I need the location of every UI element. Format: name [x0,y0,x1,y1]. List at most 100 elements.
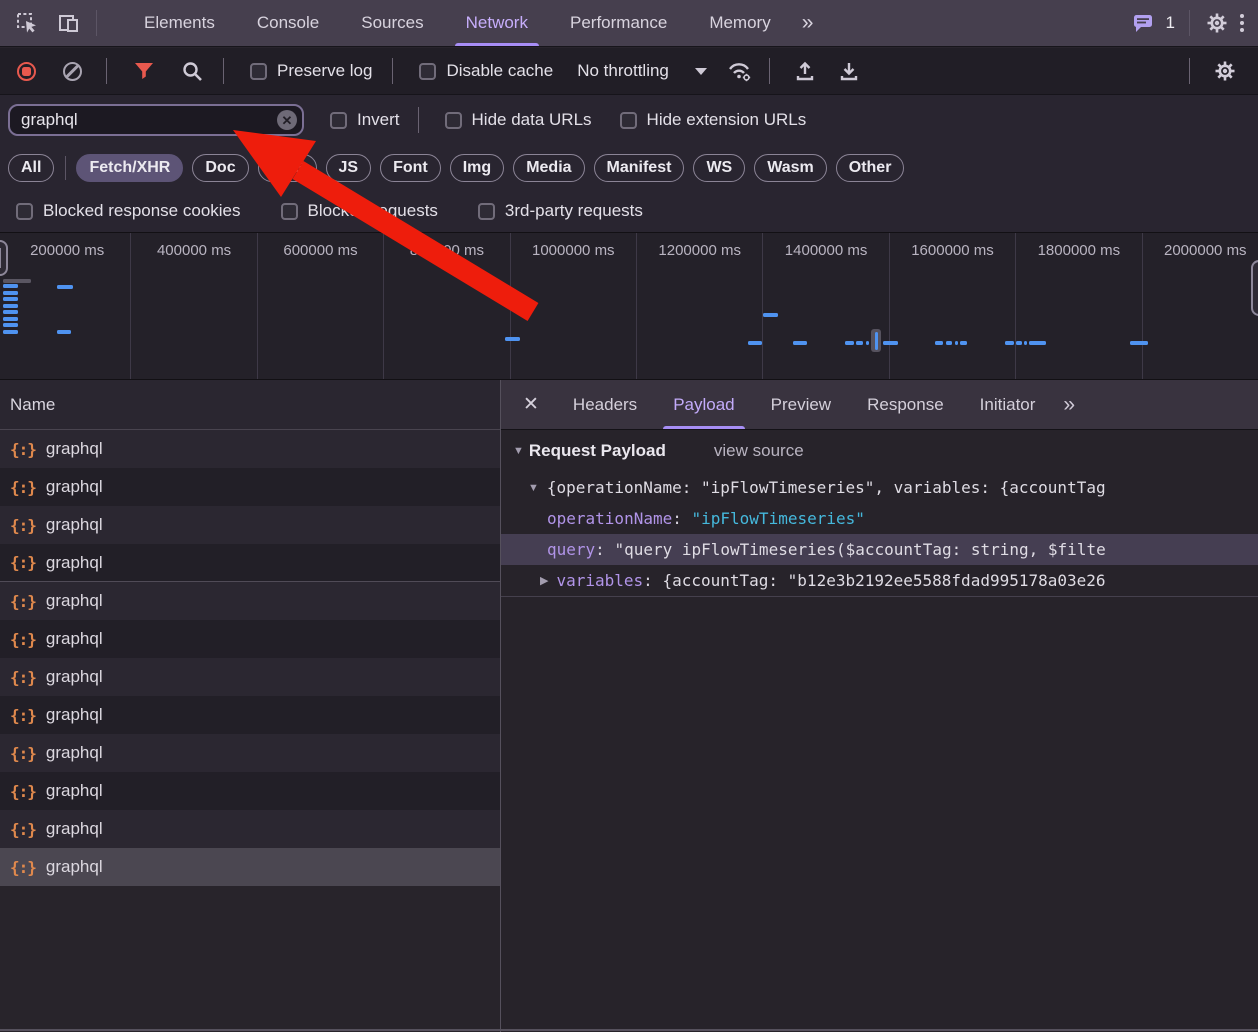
request-row[interactable]: {:} graphql [0,848,500,886]
detail-tab-bar: ✕ Headers Payload Preview Response Initiator… [501,380,1258,430]
request-name: graphql [45,819,103,838]
chip-manifest[interactable]: Manifest [593,153,685,182]
tab-memory[interactable]: Memory [688,0,791,46]
chevron-down-icon [694,67,707,75]
search-icon[interactable] [175,54,209,88]
detail-tab-headers[interactable]: Headers [555,380,655,429]
payload-value: "query ipFlowTimeseries($accountTag: str… [614,540,1106,559]
request-row[interactable]: {:} graphql [0,734,500,772]
divider [392,58,394,84]
detail-tab-initiator[interactable]: Initiator [962,380,1054,429]
chip-other[interactable]: Other [835,153,905,182]
clear-network-log-button[interactable] [63,61,82,81]
request-row[interactable]: {:} graphql [0,658,500,696]
detail-tab-preview[interactable]: Preview [753,380,849,429]
detail-tab-response[interactable]: Response [849,380,962,429]
issues-message-icon[interactable] [1126,6,1160,40]
timeline-request-bar [946,341,952,345]
payload-value: "ipFlowTimeseries" [691,509,865,528]
3rd-party-requests-checkbox[interactable] [477,202,495,220]
request-row[interactable]: {:} graphql [0,506,500,544]
chip-js[interactable]: JS [325,153,372,182]
tab-elements[interactable]: Elements [123,0,236,46]
filter-toggle-icon[interactable] [127,54,161,88]
timeline-column: 600000 ms [256,233,383,379]
tab-network[interactable]: Network [445,0,549,46]
advanced-filter-row: Blocked response cookies Blocked requests… [0,190,1258,233]
hide-data-urls-label: Hide data URLs [471,110,592,129]
device-toolbar-icon[interactable] [52,6,86,40]
chip-media[interactable]: Media [513,153,585,182]
divider [1189,10,1190,36]
timeline-request-bar [57,330,71,334]
more-detail-tabs-icon[interactable]: » [1053,380,1083,429]
divider [223,58,224,84]
request-row[interactable]: {:} graphql [0,620,500,658]
record-network-log-button[interactable] [17,61,36,81]
divider [417,107,419,133]
chip-ws[interactable]: WS [693,153,746,182]
blocked-response-cookies-checkbox[interactable] [16,202,33,220]
invert-checkbox[interactable] [330,111,347,129]
clear-filter-icon[interactable]: ✕ [277,110,297,130]
network-overview-timeline[interactable]: 200000 ms 400000 ms 600000 ms 800000 ms 1000… [0,233,1258,380]
timeline-request-bar [748,341,762,345]
kebab-menu-icon[interactable] [1234,14,1258,32]
timeline-column: 1600000 ms [888,233,1015,379]
filter-input[interactable] [8,104,304,136]
name-column-header[interactable]: Name [0,380,500,430]
throttling-select[interactable]: No throttling [577,61,669,81]
chip-wasm[interactable]: Wasm [754,153,827,182]
network-conditions-icon[interactable] [723,54,757,88]
hide-data-urls-checkbox[interactable] [444,111,462,129]
json-braces-icon: {:} [10,439,37,459]
import-har-icon[interactable] [788,54,822,88]
detail-tab-payload[interactable]: Payload [655,380,752,429]
settings-gear-icon[interactable] [1200,6,1234,40]
chip-all[interactable]: All [8,153,55,182]
chip-fetch-xhr[interactable]: Fetch/XHR [76,153,184,182]
request-row[interactable]: {:} graphql [0,544,500,582]
timeline-tick-label: 800000 ms [409,242,484,259]
tab-performance[interactable]: Performance [549,0,688,46]
pane-resize-divider[interactable] [500,380,501,1032]
expand-triangle-icon[interactable]: ▶ [540,574,548,587]
chip-font[interactable]: Font [380,153,441,182]
payload-row-variables[interactable]: ▶ variables: {accountTag: "b12e3b2192ee55… [501,565,1258,596]
payload-row-operationname[interactable]: operationName: "ipFlowTimeseries" [501,503,1258,534]
timeline-request-bar [883,341,898,345]
request-row[interactable]: {:} graphql [0,582,500,620]
payload-summary-row[interactable]: ▼ {operationName: "ipFlowTimeseries", va… [501,472,1258,503]
request-row[interactable]: {:} graphql [0,430,500,468]
timeline-tick-label: 2000000 ms [1164,242,1247,259]
timeline-right-handle[interactable] [1251,260,1258,316]
timeline-request-bar [505,337,520,341]
disable-cache-checkbox[interactable] [419,62,437,80]
tab-console[interactable]: Console [236,0,340,46]
inspect-element-icon[interactable] [10,6,44,40]
collapse-triangle-icon[interactable]: ▼ [528,482,539,494]
hide-extension-urls-checkbox[interactable] [619,111,637,129]
request-row[interactable]: {:} graphql [0,468,500,506]
view-source-link[interactable]: view source [714,441,804,461]
timeline-tick-label: 600000 ms [283,242,358,259]
request-row[interactable]: {:} graphql [0,810,500,848]
chip-img[interactable]: Img [449,153,505,182]
collapse-triangle-icon[interactable]: ▼ [513,445,524,457]
chip-doc[interactable]: Doc [192,153,249,182]
timeline-request-bar [763,313,778,317]
timeline-request-bar [3,279,31,283]
timeline-left-handle[interactable] [0,240,8,276]
more-panels-icon[interactable]: » [792,11,822,35]
blocked-requests-checkbox[interactable] [280,202,298,220]
preserve-log-checkbox[interactable] [250,62,267,80]
tab-sources[interactable]: Sources [340,0,444,46]
request-row[interactable]: {:} graphql [0,772,500,810]
chip-css[interactable]: CSS [257,153,317,182]
network-settings-gear-icon[interactable] [1208,54,1242,88]
export-har-icon[interactable] [832,54,866,88]
request-row[interactable]: {:} graphql [0,696,500,734]
timeline-request-bar [3,316,18,321]
payload-row-query[interactable]: query: "query ipFlowTimeseries($accountT… [501,534,1258,565]
close-detail-icon[interactable]: ✕ [501,380,555,429]
